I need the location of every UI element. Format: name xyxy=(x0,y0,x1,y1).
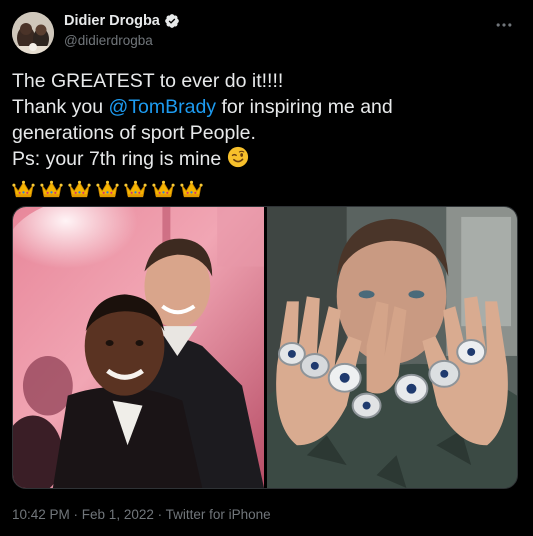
crown-icon xyxy=(68,179,91,199)
crown-icon xyxy=(96,179,119,199)
more-options-button[interactable] xyxy=(493,14,515,36)
tweet-line-2: Thank you @TomBrady for inspiring me and xyxy=(12,94,517,120)
tweet-line-2-suffix: for inspiring me and xyxy=(216,96,393,118)
more-options-icon xyxy=(496,23,512,27)
crown-icon xyxy=(40,179,63,199)
crown-row xyxy=(12,177,517,201)
mention-link[interactable]: @TomBrady xyxy=(108,96,216,118)
meta-separator: · xyxy=(69,507,82,522)
tweet-time[interactable]: 10:42 PM xyxy=(12,507,70,522)
tweet-card: Didier Drogba @didierdrogba The GREATEST… xyxy=(0,0,533,536)
meta-separator: · xyxy=(153,507,166,522)
tweet-line-3: generations of sport People. xyxy=(12,122,256,144)
handle[interactable]: @didierdrogba xyxy=(64,33,180,48)
author-block: Didier Drogba @didierdrogba xyxy=(64,13,180,48)
display-name[interactable]: Didier Drogba xyxy=(64,13,160,29)
avatar[interactable] xyxy=(12,12,54,54)
tweet-meta: 10:42 PM · Feb 1, 2022 · Twitter for iPh… xyxy=(12,507,271,522)
tweet-line-1: The GREATEST to ever do it!!!! xyxy=(12,70,284,92)
crown-icon xyxy=(124,179,147,199)
tweet-source[interactable]: Twitter for iPhone xyxy=(166,507,271,522)
winking-face-icon xyxy=(227,146,249,175)
photo-selfie[interactable] xyxy=(13,207,264,488)
media-grid xyxy=(12,206,518,489)
tweet-date[interactable]: Feb 1, 2022 xyxy=(82,507,154,522)
tweet-line-2-prefix: Thank you xyxy=(12,96,109,118)
crown-icon xyxy=(152,179,175,199)
verified-badge-icon xyxy=(164,13,180,29)
crown-icon xyxy=(180,179,203,199)
tweet-line-4-text: Ps: your 7th ring is mine xyxy=(12,148,222,170)
photo-rings[interactable] xyxy=(267,207,517,488)
crown-icon xyxy=(12,179,35,199)
tweet-line-4: Ps: your 7th ring is mine xyxy=(12,146,517,175)
tweet-text: The GREATEST to ever do it!!!! Thank you… xyxy=(12,68,517,201)
